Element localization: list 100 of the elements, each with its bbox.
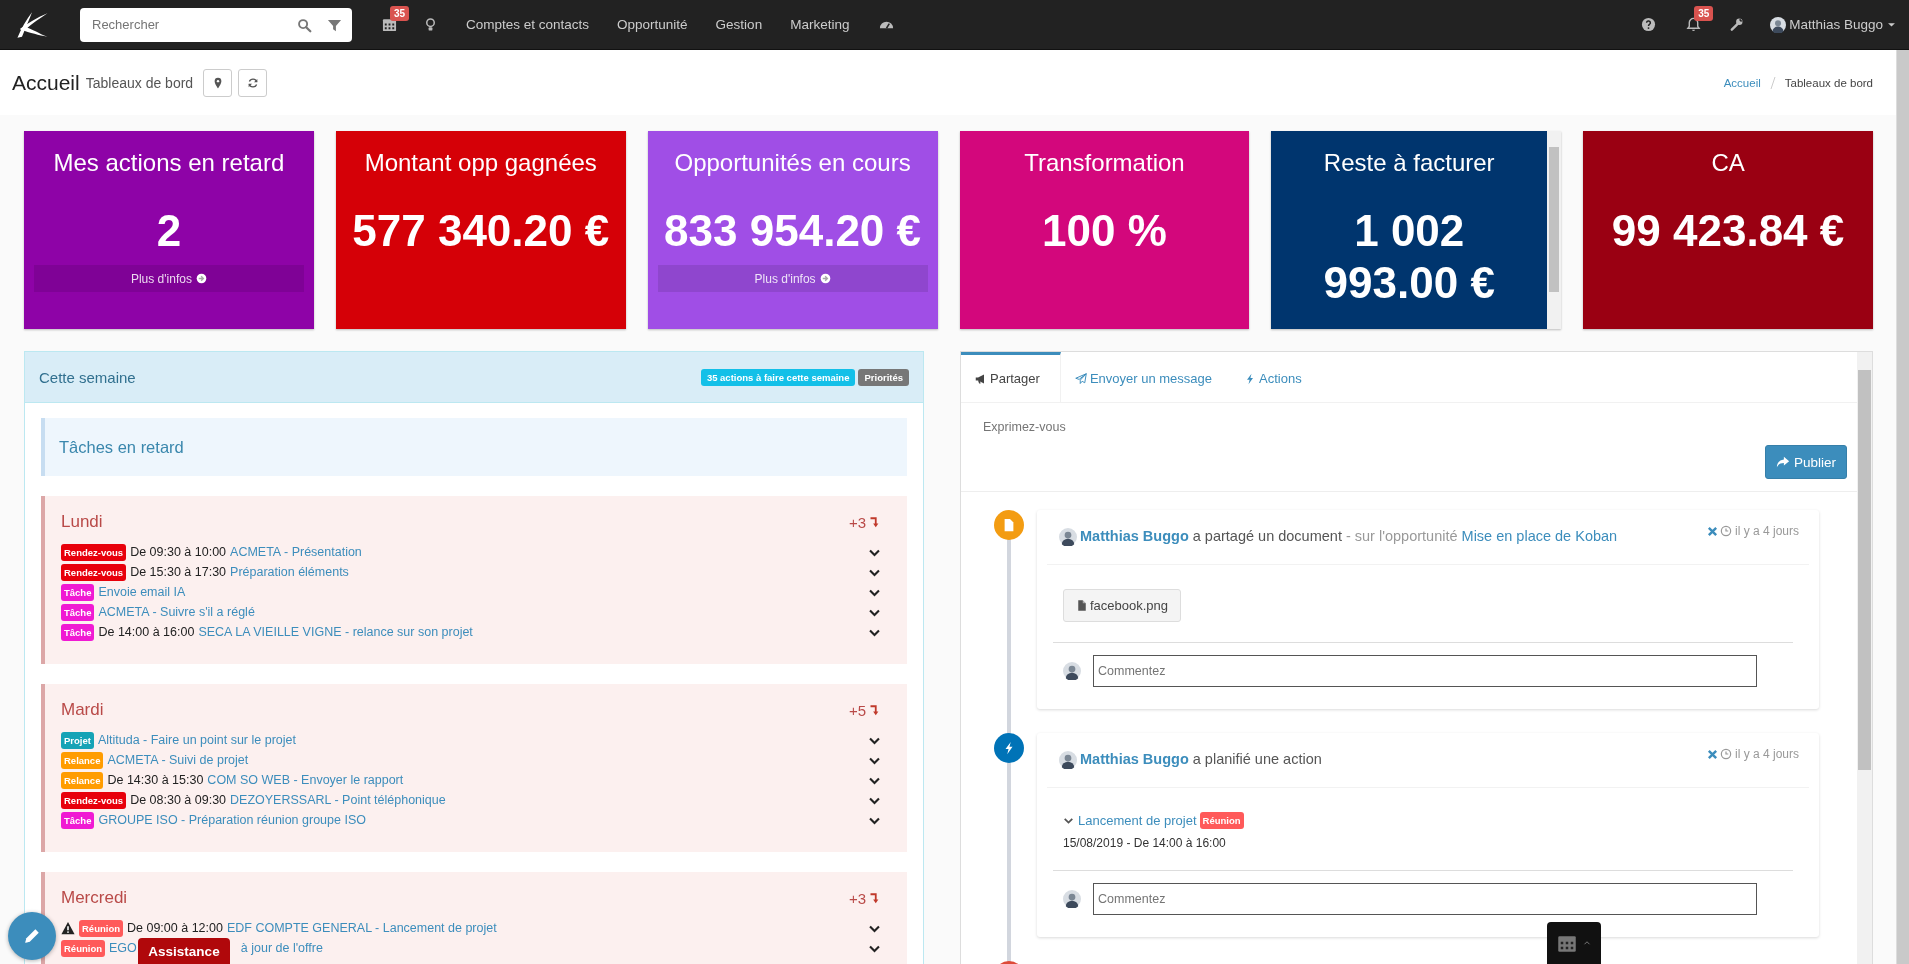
timestamp: il y a 4 jours	[1734, 747, 1799, 762]
avatar-icon[interactable]	[1770, 16, 1787, 33]
more-link[interactable]: +3	[848, 889, 881, 907]
file-icon	[1002, 518, 1016, 532]
opportunity-link[interactable]: Mise en place de Koban	[1461, 528, 1618, 544]
category-tag: Relance	[61, 771, 104, 789]
publish-button[interactable]: Publier	[1764, 445, 1847, 479]
close-icon[interactable]	[1705, 747, 1719, 761]
category-tag: Tâche	[61, 811, 95, 829]
bullhorn-icon	[975, 372, 987, 385]
calendar-toggle[interactable]	[1547, 922, 1601, 964]
share-icon	[1775, 455, 1790, 469]
card-title: Opportunités en cours	[674, 149, 911, 178]
assistance-button[interactable]: Assistance	[138, 938, 230, 964]
timestamp: il y a 4 jours	[1734, 524, 1799, 538]
category-tag: Rendez-vous	[61, 791, 127, 809]
nav-menu-item[interactable]: Gestion	[701, 17, 777, 32]
more-link[interactable]: +5	[848, 701, 881, 719]
notification-badge: 35	[390, 6, 410, 21]
category-tag: Réunion	[79, 919, 123, 937]
user-menu[interactable]: Matthias Buggo	[1789, 17, 1883, 32]
tab[interactable]: Partager	[961, 352, 1061, 402]
search-icon[interactable]	[297, 17, 312, 33]
label-tag: 35 actions à faire cette semaine	[700, 368, 856, 386]
category-tag: Projet	[61, 731, 94, 749]
panel-title: Cette semaine	[39, 368, 136, 386]
category-tag: Rendez-vous	[61, 563, 127, 581]
tab[interactable]: Actions	[1230, 352, 1320, 402]
scrollbar[interactable]	[1896, 50, 1909, 964]
chevron-down-icon	[1063, 815, 1074, 827]
more-info-text: Plus d'infos	[130, 271, 192, 286]
task-link[interactable]: ACMETA - Suivi de projet	[107, 753, 249, 767]
more-info-link[interactable]: Plus d'infos	[657, 265, 928, 292]
task-link[interactable]: GROUPE ISO - Préparation réunion groupe ISO	[98, 813, 366, 827]
separator-icon	[1768, 75, 1777, 90]
task-link[interactable]: ACMETA - Suivre s'il a réglé	[98, 605, 255, 619]
clock-icon	[1719, 748, 1732, 761]
comment-field[interactable]: Commentez	[1093, 655, 1757, 688]
time-range: De 14:30 à 15:30	[107, 773, 204, 787]
task-link[interactable]: Altituda - Faire un point sur le projet	[97, 733, 296, 747]
page-title: Accueil	[12, 70, 80, 95]
tab[interactable]: Envoyer un message	[1060, 352, 1230, 402]
author-link[interactable]: Matthias Buggo	[1080, 751, 1189, 768]
task-link[interactable]: Préparation éléments	[230, 565, 349, 579]
task-link[interactable]: COM SO WEB - Envoyer le rapport	[207, 773, 404, 787]
task-link[interactable]: à jour de l'offre	[240, 941, 323, 955]
bolt-icon	[1244, 372, 1256, 385]
nav-menu-item[interactable]: Comptes et contacts	[452, 17, 604, 32]
category-tag: Tâche	[61, 583, 95, 601]
comment-field[interactable]: Commentez	[1093, 883, 1757, 916]
card-value: 100 %	[1042, 205, 1167, 257]
time-range: De 14:00 à 16:00	[98, 625, 195, 639]
help-icon[interactable]	[1641, 17, 1657, 32]
nav-menu-item[interactable]: Opportunité	[603, 17, 702, 32]
more-link[interactable]: +3	[848, 513, 881, 531]
time-range: De 09:30 à 10:00	[130, 545, 227, 559]
card-title: CA	[1711, 149, 1745, 178]
paper-plane-icon	[1074, 372, 1087, 385]
close-icon[interactable]	[1705, 524, 1719, 538]
card-title: Montant opp gagnées	[364, 149, 597, 178]
overdue-title[interactable]: Tâches en retard	[59, 437, 184, 457]
action-date: 15/08/2019 - De 14:00 à 16:00	[1063, 836, 1227, 851]
author-link[interactable]: Matthias Buggo	[1080, 528, 1189, 544]
lightbulb-icon[interactable]	[423, 17, 438, 32]
bell-icon[interactable]	[1686, 17, 1702, 32]
attachment-button[interactable]: facebook.png	[1063, 589, 1182, 623]
time-range: De 08:30 à 09:30	[130, 793, 227, 807]
task-link[interactable]: EGO	[109, 941, 137, 955]
scrollbar[interactable]	[1857, 352, 1872, 964]
task-link[interactable]: DEZOYERSSARL - Point téléphonique	[230, 793, 446, 807]
card-value: 1 002 993.00 €	[1322, 205, 1496, 309]
category-tag: Réunion	[61, 939, 105, 957]
filter-icon[interactable]	[327, 17, 342, 33]
label-tag: Priorités	[858, 368, 909, 386]
avatar-icon	[1059, 528, 1077, 547]
more-info-link[interactable]: Plus d'infos	[34, 265, 304, 292]
more-info-text: Plus d'infos	[754, 271, 816, 286]
card-title: Transformation	[1024, 149, 1185, 178]
breadcrumb-link[interactable]: Accueil	[1723, 76, 1761, 89]
task-link[interactable]: SECA LA VIEILLE VIGNE - relance sur son projet	[198, 625, 473, 639]
wrench-icon[interactable]	[1729, 17, 1745, 32]
pin-button[interactable]	[203, 68, 233, 97]
clock-icon	[1719, 525, 1732, 537]
card-title: Reste à facturer	[1323, 149, 1495, 178]
card-value: 99 423.84 €	[1611, 205, 1845, 257]
refresh-button[interactable]	[238, 68, 268, 97]
more-count: +3	[848, 513, 866, 531]
scrollbar[interactable]	[1547, 131, 1562, 329]
avatar-icon	[1063, 662, 1081, 681]
avatar-icon	[1059, 751, 1077, 770]
nav-menu-item[interactable]: Marketing	[776, 17, 864, 32]
task-link[interactable]: ACMETA - Présentation	[230, 545, 362, 559]
task-link[interactable]: EDF COMPTE GENERAL - Lancement de projet	[226, 921, 497, 935]
search-field[interactable]: Rechercher	[80, 7, 352, 42]
task-link[interactable]: Envoie email IA	[98, 585, 186, 599]
pencil-icon	[23, 927, 41, 945]
calendar-icon	[1556, 933, 1577, 953]
arrow-down-icon	[869, 703, 881, 717]
calendar-icon[interactable]	[382, 17, 397, 32]
more-count: +3	[848, 889, 866, 907]
